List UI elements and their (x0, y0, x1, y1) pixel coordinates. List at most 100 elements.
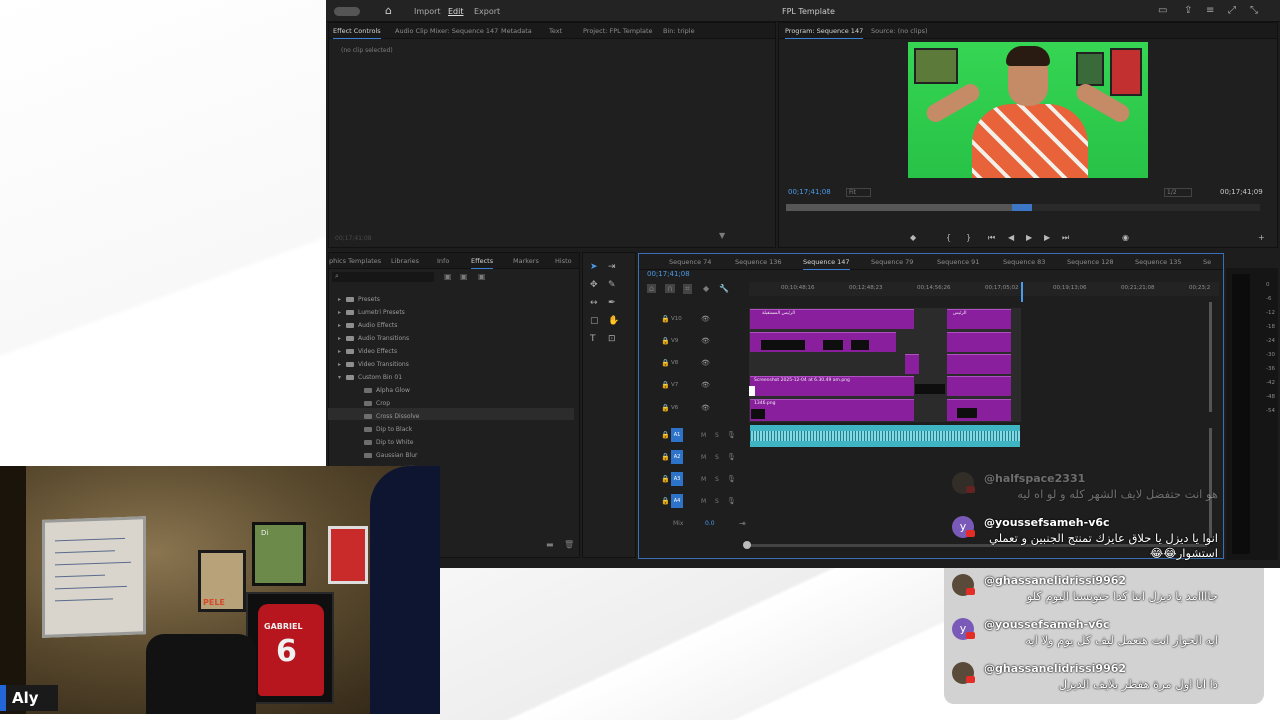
audio-clip-a1[interactable] (750, 425, 1020, 447)
frame-back-icon[interactable]: ◀ (1008, 233, 1014, 242)
tab-source[interactable]: Source: (no clips) (871, 27, 928, 35)
scroll-handle[interactable] (743, 541, 751, 549)
eye-icon[interactable]: 👁 (701, 404, 710, 412)
hand-tool-icon[interactable]: ✋ (608, 316, 619, 326)
in-point-icon[interactable]: { (946, 233, 951, 242)
effects-tree-item[interactable]: ▸ Video Transitions (338, 361, 409, 368)
home-icon[interactable]: ⌂ (385, 4, 392, 17)
effects-tree-item[interactable]: Crop (356, 400, 390, 407)
edit-tab[interactable]: Edit (448, 7, 464, 16)
chevron-right-icon[interactable]: ▸ (338, 296, 346, 303)
out-point-icon[interactable]: } (966, 233, 971, 242)
tab-sequence-83[interactable]: Sequence 83 (1003, 258, 1045, 266)
mix-value[interactable]: 0.0 (705, 520, 715, 527)
effects-tree-item[interactable]: Dip to Black (356, 426, 412, 433)
tab-sequence-135[interactable]: Sequence 135 (1135, 258, 1182, 266)
step-forward-icon[interactable]: ⏭ (1062, 233, 1069, 243)
marker-icon[interactable]: ◆ (910, 233, 916, 242)
export-frame-icon[interactable]: ◉ (1122, 233, 1129, 242)
tab-info[interactable]: Info (437, 257, 449, 265)
linked-select-icon[interactable]: ∩ (665, 284, 675, 293)
effects-tree-item[interactable]: ▸ Presets (338, 296, 380, 303)
add-marker-icon[interactable]: ⌗ (683, 284, 692, 294)
mute-button[interactable]: M (701, 454, 706, 461)
clip-v10-b[interactable]: الرئيس (947, 309, 1011, 329)
lock-icon[interactable]: 🔒 (661, 381, 670, 389)
fit-dropdown[interactable]: Fit (846, 188, 872, 197)
track-label[interactable]: A1 (671, 428, 683, 442)
mic-icon[interactable]: 🎙 (727, 497, 736, 505)
trash-icon[interactable]: 🗑 (564, 540, 574, 549)
chevron-right-icon[interactable]: ▸ (338, 335, 346, 342)
eye-icon[interactable]: 👁 (701, 359, 710, 367)
mute-button[interactable]: M (701, 498, 706, 505)
chat-username[interactable]: @ghassanelidrissi9962 (984, 574, 1126, 587)
add-button-icon[interactable]: + (1258, 233, 1265, 242)
clip-v9-b[interactable] (947, 332, 1011, 352)
mix-end-icon[interactable]: ⇥ (739, 519, 746, 528)
workspace-icon[interactable]: ▭ (1158, 5, 1167, 16)
lock-icon[interactable]: 🔒 (661, 359, 670, 367)
eye-icon[interactable]: 👁 (701, 315, 710, 323)
lock-icon[interactable]: 🔒 (661, 315, 670, 323)
wrench-icon[interactable]: 🔧 (719, 284, 729, 293)
effects-tree-item[interactable]: ▾ Custom Bin 01 (338, 374, 402, 381)
effects-tree-item[interactable]: Alpha Glow (356, 387, 410, 394)
lock-icon[interactable]: 🔒 (661, 404, 670, 412)
effects-tree-item[interactable]: Gaussian Blur (356, 452, 418, 459)
tab-history[interactable]: Histo (555, 257, 572, 265)
tab-libraries[interactable]: Libraries (391, 257, 419, 265)
clip-v7-b[interactable] (947, 376, 1011, 396)
export-tab[interactable]: Export (474, 7, 500, 16)
effects-tree-item[interactable]: ▸ Audio Transitions (338, 335, 409, 342)
import-tab[interactable]: Import (414, 7, 441, 16)
solo-button[interactable]: S (715, 498, 719, 505)
solo-button[interactable]: S (715, 454, 719, 461)
share-icon[interactable]: ⇪ (1184, 5, 1192, 16)
razor-tool-icon[interactable]: ✎ (608, 280, 616, 290)
clip-v7[interactable]: Screenshot 2025-12-04 at 6.30.49 am.png (750, 376, 914, 396)
tab-metadata[interactable]: Metadata (501, 27, 532, 35)
solo-button[interactable]: S (715, 432, 719, 439)
rectangle-tool-icon[interactable]: ▢ (590, 316, 599, 326)
effects-tree-item[interactable]: Cross Dissolve (356, 413, 419, 420)
clip-v8-b[interactable] (947, 354, 1011, 374)
effects-tree-item[interactable]: ▸ Audio Effects (338, 322, 397, 329)
clip-v8[interactable] (905, 354, 919, 374)
eye-icon[interactable]: 👁 (701, 381, 710, 389)
folder-icon[interactable]: ▬ (546, 540, 554, 549)
timeline-playhead[interactable] (1021, 282, 1023, 302)
lock-icon[interactable]: 🔒 (661, 431, 670, 439)
program-timecode[interactable]: 00;17;41;08 (788, 188, 831, 196)
tab-text[interactable]: Text (549, 27, 562, 35)
step-back-icon[interactable]: ⏮ (988, 233, 995, 243)
slip-tool-icon[interactable]: ↔ (590, 298, 598, 308)
type-tool-icon[interactable]: T (590, 334, 596, 344)
chat-username[interactable]: @halfspace2331 (984, 472, 1085, 485)
eye-icon[interactable]: 👁 (701, 337, 710, 345)
app-switcher[interactable] (334, 7, 360, 16)
lock-icon[interactable]: 🔒 (661, 453, 670, 461)
play-icon[interactable]: ▶ (1026, 233, 1032, 242)
lock-icon[interactable]: 🔒 (661, 475, 670, 483)
timeline-vscroll[interactable] (1209, 302, 1212, 412)
tab-graphics-templates[interactable]: phics Templates (329, 257, 381, 265)
zoom-icon[interactable]: ⤢ (1228, 5, 1236, 16)
chevron-right-icon[interactable]: ▸ (338, 322, 346, 329)
timeline-timecode[interactable]: 00;17;41;08 (647, 270, 690, 278)
track-label[interactable]: A3 (671, 472, 683, 486)
lock-icon[interactable]: 🔒 (661, 337, 670, 345)
chat-username[interactable]: @ghassanelidrissi9962 (984, 662, 1126, 675)
tab-bin[interactable]: Bin: triple (663, 27, 695, 35)
mic-icon[interactable]: 🎙 (727, 431, 736, 439)
clip-v6[interactable]: 1346.png (750, 399, 914, 421)
effects-tree-item[interactable]: Dip to White (356, 439, 413, 446)
tab-audio-clip-mixer[interactable]: Audio Clip Mixer: Sequence 147 (395, 27, 498, 35)
tab-sequence-more[interactable]: Se (1203, 258, 1211, 266)
tab-sequence-136[interactable]: Sequence 136 (735, 258, 782, 266)
quality-dropdown[interactable]: 1/2 (1164, 188, 1192, 197)
new-bin-icon[interactable]: ▣ (444, 272, 452, 281)
chat-username[interactable]: @youssefsameh-v6c (984, 516, 1110, 529)
ripple-edit-icon[interactable]: ✥ (590, 280, 598, 290)
chevron-down-icon[interactable]: ▾ (338, 374, 346, 381)
